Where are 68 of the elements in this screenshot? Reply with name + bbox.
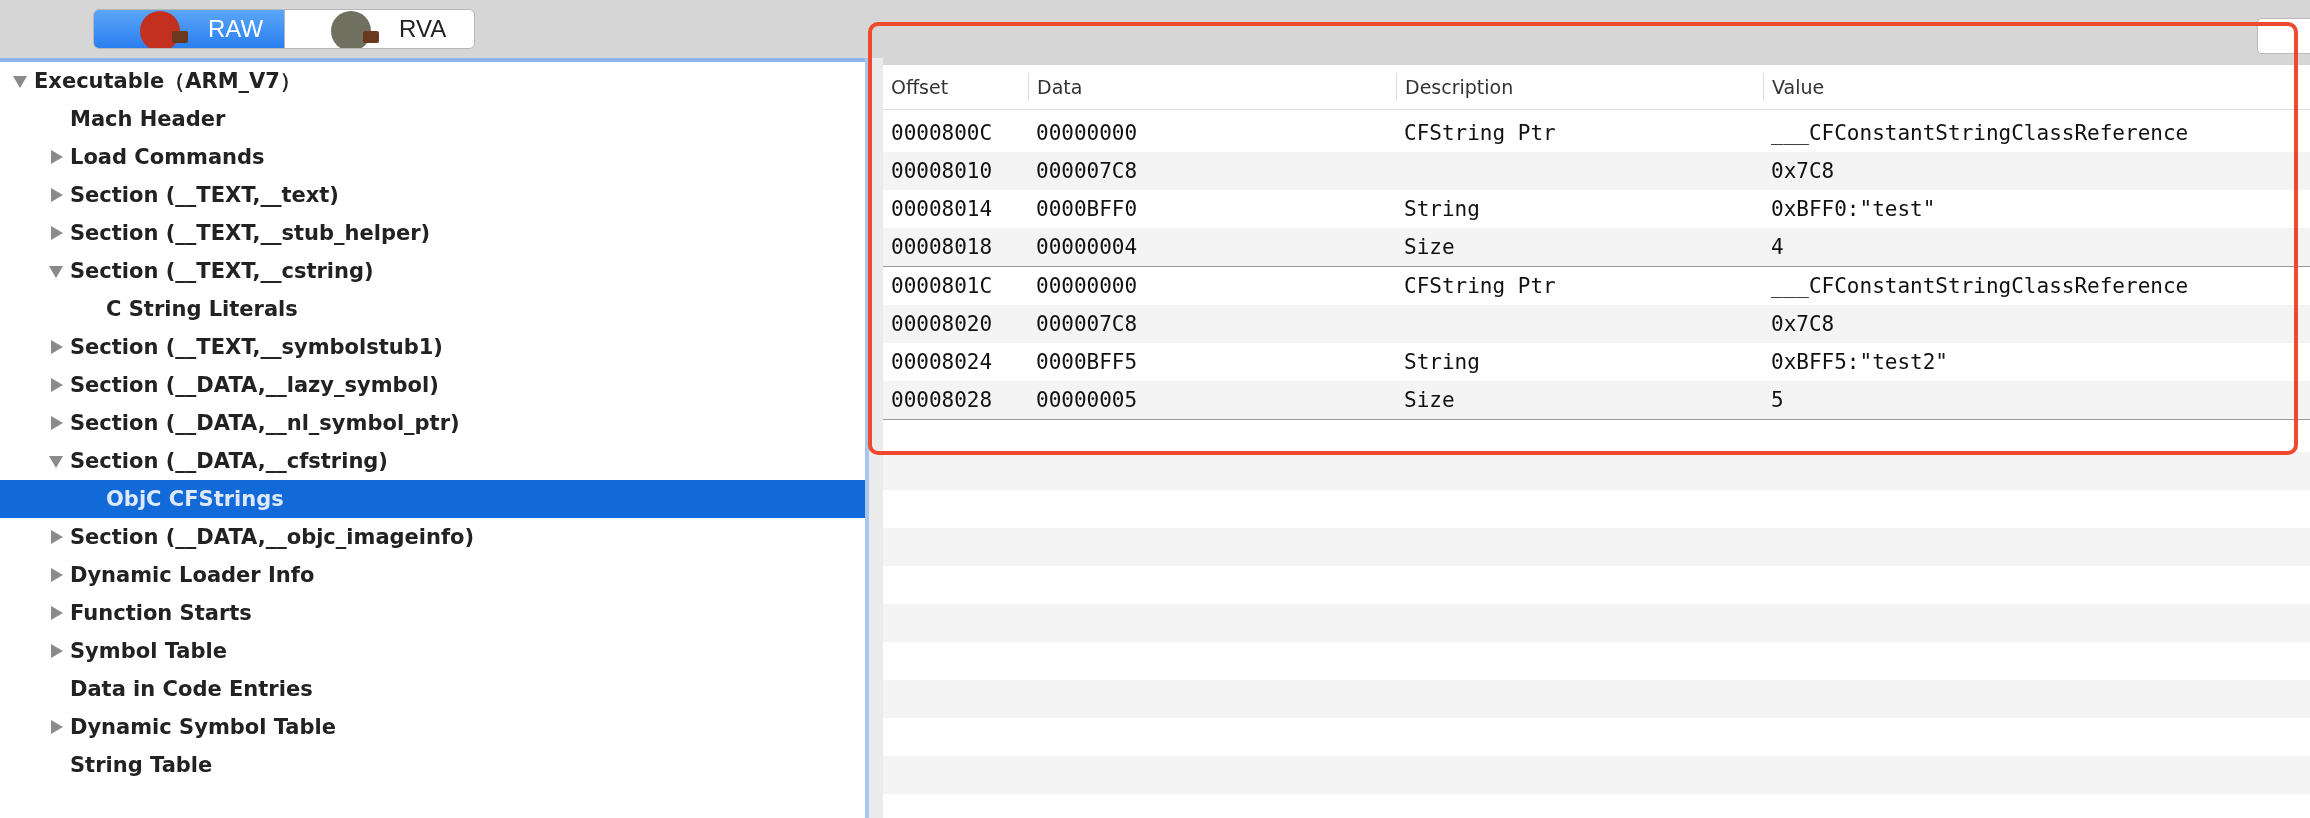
view-toggle-segment[interactable]: RVA: [284, 10, 474, 48]
tree-item[interactable]: Symbol Table: [0, 632, 865, 670]
tree-item[interactable]: Executable（ARM_V7）: [0, 62, 865, 100]
tree-item[interactable]: Load Commands: [0, 138, 865, 176]
expand-triangle-icon[interactable]: [48, 643, 64, 659]
table-cell-text: ___CFConstantStringClassReference: [1770, 121, 2190, 145]
expand-triangle-icon[interactable]: [48, 339, 64, 355]
table-cell: String: [1404, 197, 1480, 221]
expand-triangle-icon[interactable]: [48, 719, 64, 735]
expand-triangle-icon[interactable]: [48, 225, 64, 241]
table-cell-text: 0xBFF0:"test": [1770, 197, 1937, 221]
table-cell: Size: [1404, 388, 1455, 412]
table-cell: CFString Ptr: [1404, 274, 1556, 298]
table-cell-text: ___CFConstantStringClassReference: [1770, 274, 2190, 298]
collapse-triangle-icon[interactable]: [48, 453, 64, 469]
tree-item[interactable]: Section (__DATA,__lazy_symbol): [0, 366, 865, 404]
tree-item[interactable]: Dynamic Symbol Table: [0, 708, 865, 746]
table-cell-text: 0000800C: [890, 121, 994, 145]
table-cell-text: 0x7C8: [1770, 312, 1836, 336]
table-cell-text: 00000000: [1035, 121, 1139, 145]
tree-item[interactable]: Section (__DATA,__objc_imageinfo): [0, 518, 865, 556]
table-cell-text: 00008014: [890, 197, 994, 221]
table-cell-text: 00000005: [1035, 388, 1139, 412]
table-cell-text: 0000BFF0: [1035, 197, 1139, 221]
tree-item[interactable]: Section (__TEXT,__text): [0, 176, 865, 214]
table-cell-text: 00008024: [890, 350, 994, 374]
expand-triangle-icon[interactable]: [48, 567, 64, 583]
column-header[interactable]: Data: [1028, 73, 1396, 101]
table-cell-text: 000007C8: [1035, 312, 1139, 336]
table-cell-text: 5: [1770, 388, 1785, 412]
table-cell-text: 00008010: [890, 159, 994, 183]
expand-triangle-icon[interactable]: [48, 529, 64, 545]
table-cell-text: 000007C8: [1035, 159, 1139, 183]
table-cell-text: 0x7C8: [1770, 159, 1836, 183]
tree-item[interactable]: Dynamic Loader Info: [0, 556, 865, 594]
tree-item[interactable]: ObjC CFStrings: [0, 480, 865, 518]
table-cell-text: 4: [1770, 235, 1785, 259]
table-cell: String: [1404, 350, 1480, 374]
tree-item[interactable]: C String Literals: [0, 290, 865, 328]
tree-item[interactable]: Section (__DATA,__cfstring): [0, 442, 865, 480]
tree-item[interactable]: String Table: [0, 746, 865, 784]
table-cell-text: 00008018: [890, 235, 994, 259]
tree-item[interactable]: Section (__TEXT,__stub_helper): [0, 214, 865, 252]
tree-item[interactable]: Section (__DATA,__nl_symbol_ptr): [0, 404, 865, 442]
table-cell: CFString Ptr: [1404, 121, 1556, 145]
tree-item[interactable]: Mach Header: [0, 100, 865, 138]
collapse-triangle-icon[interactable]: [48, 263, 64, 279]
column-header[interactable]: Description: [1396, 73, 1763, 101]
expand-triangle-icon[interactable]: [48, 605, 64, 621]
expand-triangle-icon[interactable]: [48, 415, 64, 431]
expand-triangle-icon[interactable]: [48, 187, 64, 203]
table-cell-text: 00000004: [1035, 235, 1139, 259]
column-header[interactable]: Offset: [883, 73, 1028, 101]
tree-item[interactable]: Function Starts: [0, 594, 865, 632]
expand-triangle-icon[interactable]: [48, 149, 64, 165]
table-cell: Size: [1404, 235, 1455, 259]
column-header[interactable]: Value: [1763, 73, 2310, 101]
table-cell-text: 00000000: [1035, 274, 1139, 298]
table-cell-text: 0000801C: [890, 274, 994, 298]
expand-triangle-icon[interactable]: [48, 377, 64, 393]
table-cell-text: 0xBFF5:"test2": [1770, 350, 1949, 374]
tree-item[interactable]: Data in Code Entries: [0, 670, 865, 708]
collapse-triangle-icon[interactable]: [12, 73, 28, 89]
table-cell-text: 0000BFF5: [1035, 350, 1139, 374]
table-cell-text: 00008020: [890, 312, 994, 336]
tree-item[interactable]: Section (__TEXT,__cstring): [0, 252, 865, 290]
table-cell-text: 00008028: [890, 388, 994, 412]
tree-item[interactable]: Section (__TEXT,__symbolstub1): [0, 328, 865, 366]
